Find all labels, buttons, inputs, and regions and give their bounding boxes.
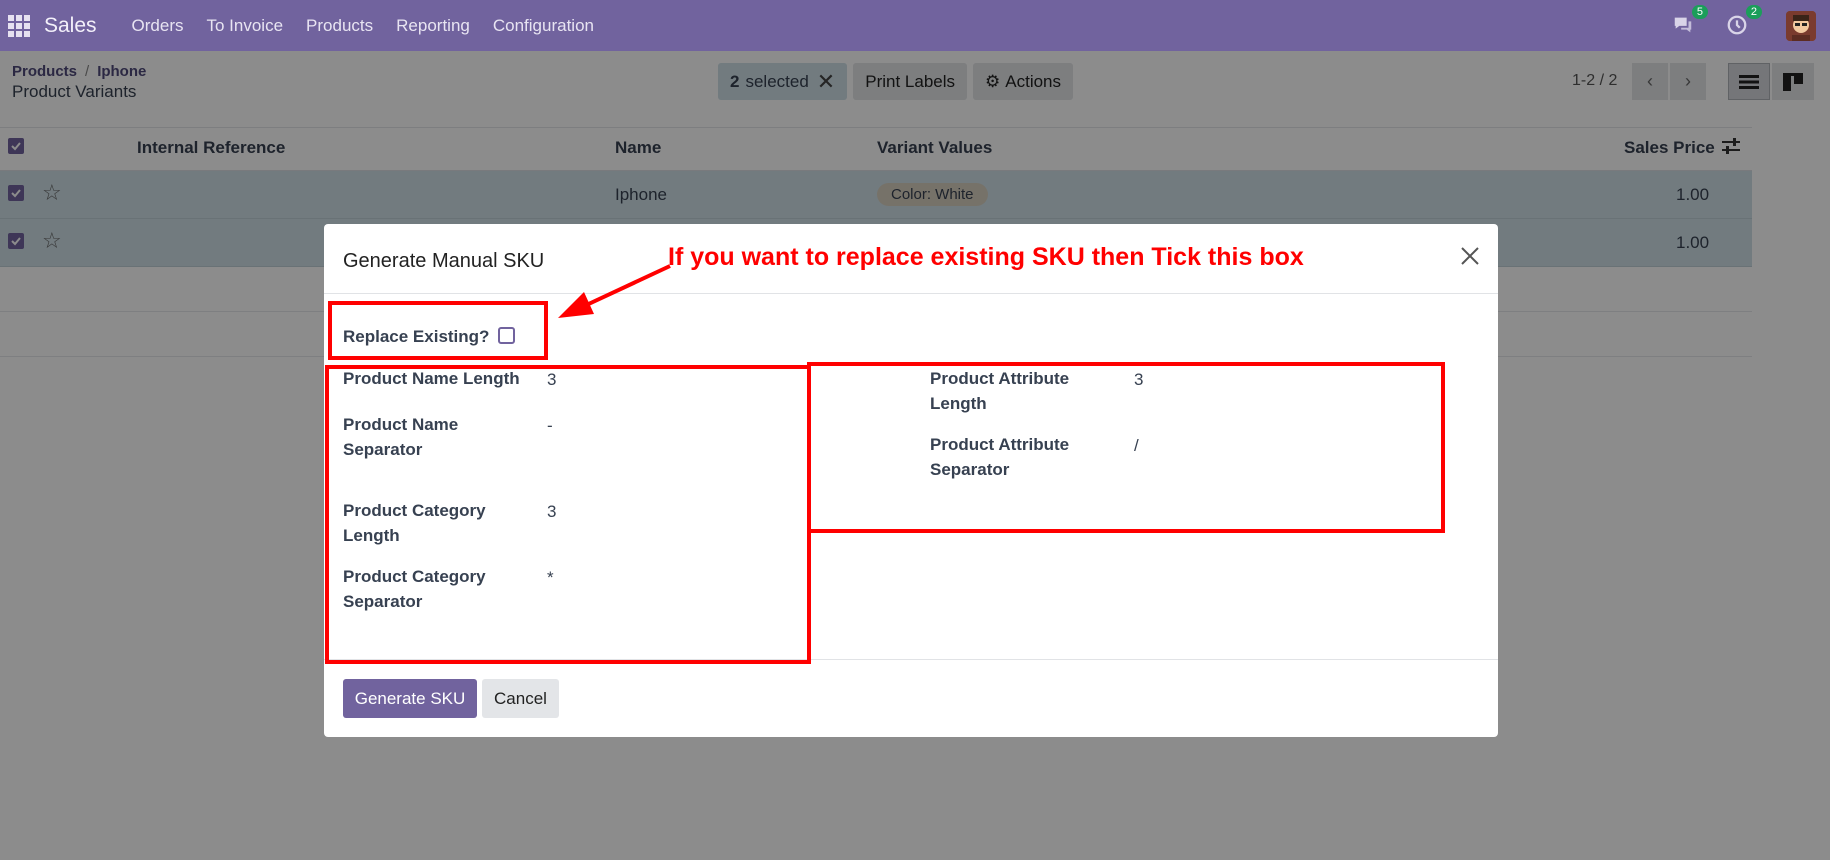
- annotation-box-left-fields: [325, 365, 811, 664]
- activity-clock-icon[interactable]: 2: [1726, 4, 1762, 38]
- close-icon[interactable]: [1458, 244, 1482, 268]
- user-avatar[interactable]: [1786, 10, 1816, 41]
- cancel-button[interactable]: Cancel: [482, 679, 559, 718]
- menu-item-configuration[interactable]: Configuration: [493, 16, 594, 36]
- main-menu: Orders To Invoice Products Reporting Con…: [109, 16, 594, 36]
- apps-menu-icon[interactable]: [8, 14, 30, 37]
- dialog-title: Generate Manual SKU: [343, 250, 545, 272]
- top-navbar: Sales Orders To Invoice Products Reporti…: [0, 0, 1830, 51]
- menu-item-to-invoice[interactable]: To Invoice: [207, 16, 284, 36]
- annotation-box-replace-existing: [328, 301, 548, 360]
- menu-item-reporting[interactable]: Reporting: [396, 16, 470, 36]
- activities-badge: 2: [1745, 4, 1762, 19]
- annotation-box-right-fields: [807, 362, 1445, 533]
- annotation-arrow-icon: [558, 264, 671, 318]
- menu-item-orders[interactable]: Orders: [132, 16, 184, 36]
- generate-sku-button[interactable]: Generate SKU: [343, 679, 477, 718]
- annotation-text: If you want to replace existing SKU then…: [668, 243, 1304, 271]
- messages-badge: 5: [1691, 4, 1708, 19]
- menu-item-products[interactable]: Products: [306, 16, 373, 36]
- systray: 5 2: [1672, 0, 1830, 51]
- header-divider: [324, 293, 1498, 294]
- app-brand[interactable]: Sales: [44, 14, 97, 38]
- messages-icon[interactable]: 5: [1672, 4, 1708, 38]
